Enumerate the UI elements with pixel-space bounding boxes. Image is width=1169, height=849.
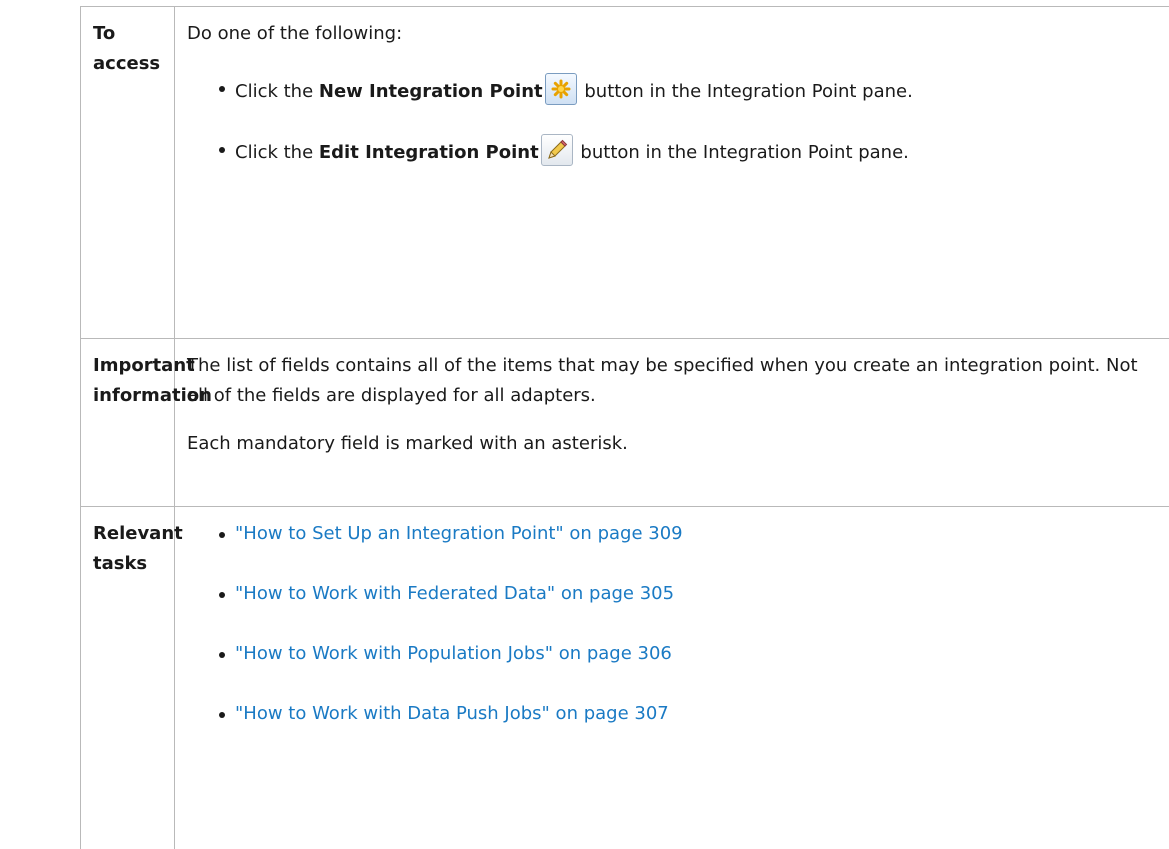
- list-item-new-integration-point: Click the New Integration Point button i…: [187, 73, 1159, 110]
- link-work-with-federated-data[interactable]: "How to Work with Federated Data" on pag…: [235, 583, 674, 604]
- important-paragraph-1: The list of fields contains all of the i…: [187, 351, 1159, 411]
- row-content-to-access: Do one of the following: Click the New I…: [175, 7, 1169, 339]
- access-intro: Do one of the following:: [187, 19, 1159, 49]
- row-heading-important-information: Important information: [81, 339, 175, 507]
- link-work-with-population-jobs[interactable]: "How to Work with Population Jobs" on pa…: [235, 643, 672, 664]
- table-row-to-access: To access Do one of the following: Click…: [81, 7, 1169, 339]
- list-item: "How to Work with Federated Data" on pag…: [187, 579, 1159, 609]
- new-integration-point-label: New Integration Point: [319, 81, 543, 102]
- row-heading-relevant-tasks: Relevant tasks: [81, 507, 175, 849]
- item-text-suffix: button in the Integration Point pane.: [579, 81, 913, 102]
- item-text-prefix: Click the: [235, 81, 319, 102]
- table-row-important-information: Important information The list of fields…: [81, 339, 1169, 507]
- row-content-relevant-tasks: "How to Set Up an Integration Point" on …: [175, 507, 1169, 849]
- list-item: "How to Work with Population Jobs" on pa…: [187, 639, 1159, 669]
- edit-pencil-icon: [541, 134, 573, 166]
- list-item: "How to Set Up an Integration Point" on …: [187, 519, 1159, 549]
- item-text-suffix: button in the Integration Point pane.: [575, 142, 909, 163]
- edit-integration-point-label: Edit Integration Point: [319, 142, 539, 163]
- item-text-prefix: Click the: [235, 142, 319, 163]
- link-work-with-data-push-jobs[interactable]: "How to Work with Data Push Jobs" on pag…: [235, 703, 669, 724]
- important-paragraph-2: Each mandatory field is marked with an a…: [187, 429, 1159, 459]
- list-item: "How to Work with Data Push Jobs" on pag…: [187, 699, 1159, 729]
- list-item-edit-integration-point: Click the Edit Integration Point button …: [187, 134, 1159, 171]
- row-content-important-information: The list of fields contains all of the i…: [175, 339, 1169, 507]
- table-row-relevant-tasks: Relevant tasks "How to Set Up an Integra…: [81, 507, 1169, 849]
- link-set-up-integration-point[interactable]: "How to Set Up an Integration Point" on …: [235, 523, 683, 544]
- new-integration-point-icon: [545, 73, 577, 105]
- row-heading-to-access: To access: [81, 7, 175, 339]
- reference-table: To access Do one of the following: Click…: [80, 6, 1169, 849]
